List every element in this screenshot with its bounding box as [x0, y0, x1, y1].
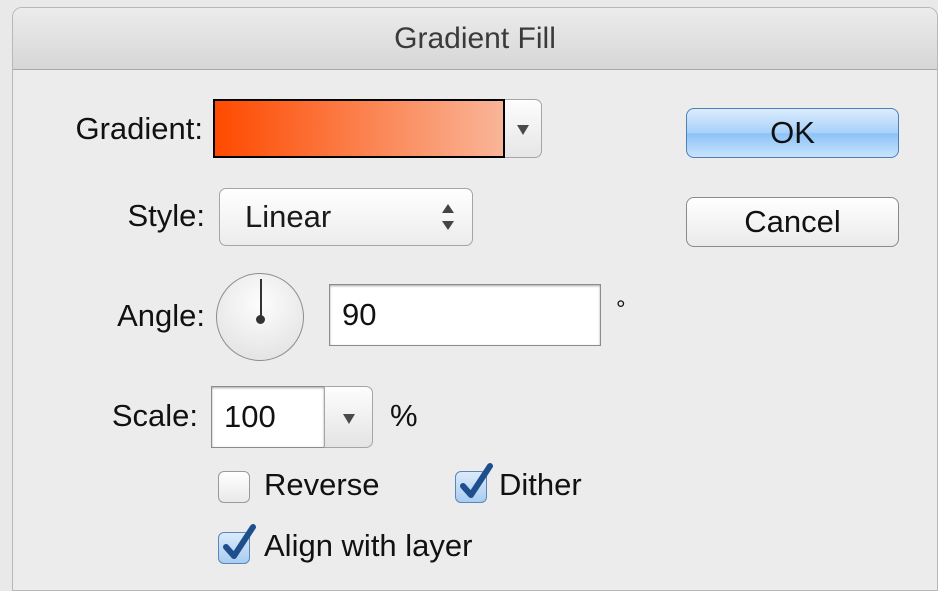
align-with-layer-checkbox[interactable] — [218, 524, 256, 564]
chevron-down-icon — [343, 414, 355, 424]
angle-input[interactable]: 90 — [329, 284, 601, 346]
cancel-button[interactable]: Cancel — [686, 197, 899, 247]
style-select[interactable]: Linear — [219, 188, 473, 246]
angle-dial-center — [256, 315, 265, 324]
dither-label[interactable]: Dither — [499, 467, 582, 503]
scale-dropdown-button[interactable] — [324, 386, 373, 448]
chevron-down-icon — [517, 125, 529, 135]
angle-unit: ° — [616, 296, 626, 323]
scale-label: Scale: — [111, 398, 198, 433]
ok-button[interactable]: OK — [686, 108, 899, 158]
scale-unit: % — [390, 398, 418, 433]
angle-label: Angle: — [117, 298, 205, 333]
gradient-fill-dialog: Gradient Fill Gradient: Style: Linear An… — [12, 7, 938, 591]
align-with-layer-label[interactable]: Align with layer — [264, 528, 472, 564]
angle-dial-hand — [260, 279, 262, 319]
up-down-arrows-icon — [442, 204, 454, 230]
style-value: Linear — [245, 199, 332, 234]
checkmark-icon — [460, 463, 493, 498]
checkmark-icon — [223, 524, 256, 559]
gradient-dropdown-button[interactable] — [505, 99, 542, 158]
dither-checkbox[interactable] — [455, 463, 493, 503]
gradient-label: Gradient: — [75, 111, 203, 146]
gradient-swatch[interactable] — [213, 99, 505, 158]
window-title: Gradient Fill — [13, 8, 937, 70]
angle-dial[interactable] — [216, 273, 304, 361]
reverse-label[interactable]: Reverse — [264, 467, 379, 503]
scale-input[interactable]: 100 — [211, 386, 324, 448]
reverse-checkbox[interactable] — [218, 471, 250, 503]
style-label: Style: — [127, 198, 205, 233]
